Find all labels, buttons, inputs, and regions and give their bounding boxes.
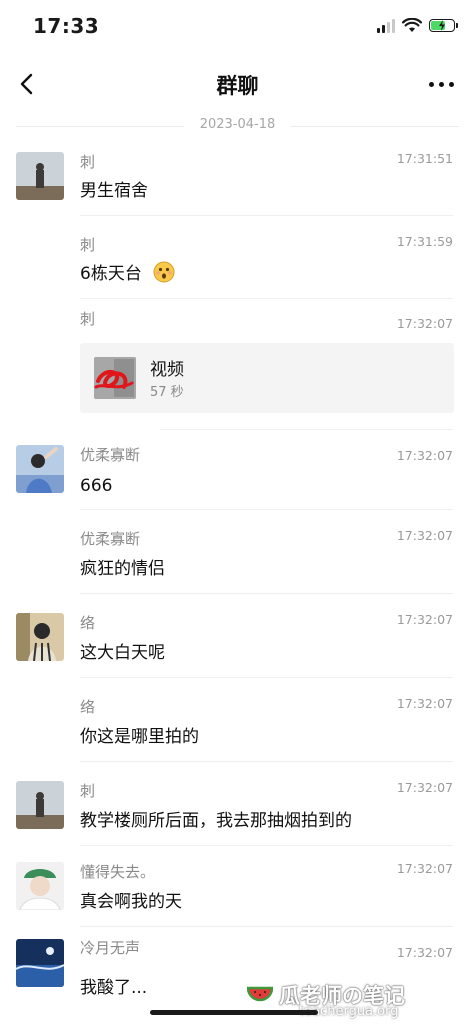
divider <box>80 298 453 299</box>
avatar[interactable] <box>16 939 64 987</box>
message-text[interactable]: 6栋天台 <box>80 259 175 284</box>
message-time: 17:32:07 <box>396 448 453 463</box>
message-text[interactable]: 666 <box>80 476 112 496</box>
message-time: 17:31:51 <box>396 151 453 166</box>
message-item: 络 17:32:07 这大白天呢 <box>0 609 475 678</box>
divider <box>80 926 453 927</box>
sender-name: 络 <box>80 614 96 632</box>
message-item: 络 17:32:07 你这是哪里拍的 <box>0 693 475 762</box>
video-duration: 57 秒 <box>150 385 184 400</box>
divider <box>160 429 453 430</box>
sender-name: 刺 <box>80 153 96 171</box>
divider <box>80 845 453 846</box>
divider <box>80 761 453 762</box>
sender-name: 刺 <box>80 782 96 800</box>
page-title: 群聊 <box>216 74 259 98</box>
message-text[interactable]: 男生宿舍 <box>80 176 148 201</box>
message-item: 刺 17:32:07 视频 57 秒 <box>0 305 475 430</box>
video-title: 视频 <box>150 360 184 380</box>
message-time: 17:32:07 <box>396 780 453 795</box>
sender-name: 优柔寡断 <box>80 530 141 548</box>
divider <box>80 215 453 216</box>
message-time: 17:32:07 <box>396 696 453 711</box>
message-time: 17:31:59 <box>396 234 453 249</box>
video-thumbnail <box>94 357 136 399</box>
message-item: 刺 17:31:51 男生宿舍 <box>0 148 475 216</box>
avatar[interactable] <box>16 152 64 200</box>
message-time: 17:32:07 <box>396 861 453 876</box>
watermark: 瓜老师の笔记 teachergua.org <box>247 974 457 1024</box>
divider <box>80 593 453 594</box>
message-text[interactable]: 疯狂的情侣 <box>80 554 165 579</box>
date-text: 2023-04-18 <box>199 117 276 132</box>
message-time: 17:32:07 <box>396 945 453 960</box>
date-divider: 2023-04-18 <box>0 116 475 136</box>
divider <box>80 509 453 510</box>
message-text[interactable]: 教学楼厕所后面，我去那抽烟拍到的 <box>80 806 352 831</box>
battery-charging-icon <box>429 19 458 32</box>
sender-name: 优柔寡断 <box>80 446 141 464</box>
status-time: 17:33 <box>33 14 100 38</box>
avatar[interactable] <box>16 781 64 829</box>
message-text[interactable]: 你这是哪里拍的 <box>80 722 199 747</box>
sender-name: 刺 <box>80 310 96 328</box>
sender-name: 刺 <box>80 236 96 254</box>
message-text[interactable]: 真会啊我的天 <box>80 887 182 912</box>
message-text[interactable]: 这大白天呢 <box>80 638 165 663</box>
message-item: 优柔寡断 17:32:07 疯狂的情侣 <box>0 525 475 594</box>
home-indicator <box>150 1010 318 1015</box>
message-time: 17:32:07 <box>396 316 453 331</box>
status-bar: 17:33 <box>0 0 475 56</box>
wifi-icon <box>402 18 422 32</box>
sender-name: 络 <box>80 698 96 716</box>
message-time: 17:32:07 <box>396 612 453 627</box>
status-icons <box>377 18 458 33</box>
video-message-card[interactable]: 视频 57 秒 <box>80 343 454 413</box>
watermelon-icon <box>247 986 273 1002</box>
message-item: 刺 17:32:07 教学楼厕所后面，我去那抽烟拍到的 <box>0 777 475 846</box>
sender-name: 懂得失去。 <box>80 863 156 881</box>
message-time: 17:32:07 <box>396 528 453 543</box>
message-item: 优柔寡断 17:32:07 666 <box>0 441 475 510</box>
message-text[interactable]: 我酸了... <box>80 973 147 998</box>
signal-icon <box>377 18 395 33</box>
avatar[interactable] <box>16 445 64 493</box>
sender-name: 冷月无声 <box>80 939 141 957</box>
surprised-emoji-icon <box>153 261 175 283</box>
divider <box>80 677 453 678</box>
message-item: 刺 17:31:59 6栋天台 <box>0 231 475 299</box>
message-text-content: 6栋天台 <box>80 264 142 284</box>
avatar[interactable] <box>16 862 64 910</box>
avatar[interactable] <box>16 613 64 661</box>
message-item: 懂得失去。 17:32:07 真会啊我的天 <box>0 858 475 927</box>
more-dots-icon[interactable] <box>427 74 457 94</box>
nav-bar: 群聊 <box>0 56 475 112</box>
